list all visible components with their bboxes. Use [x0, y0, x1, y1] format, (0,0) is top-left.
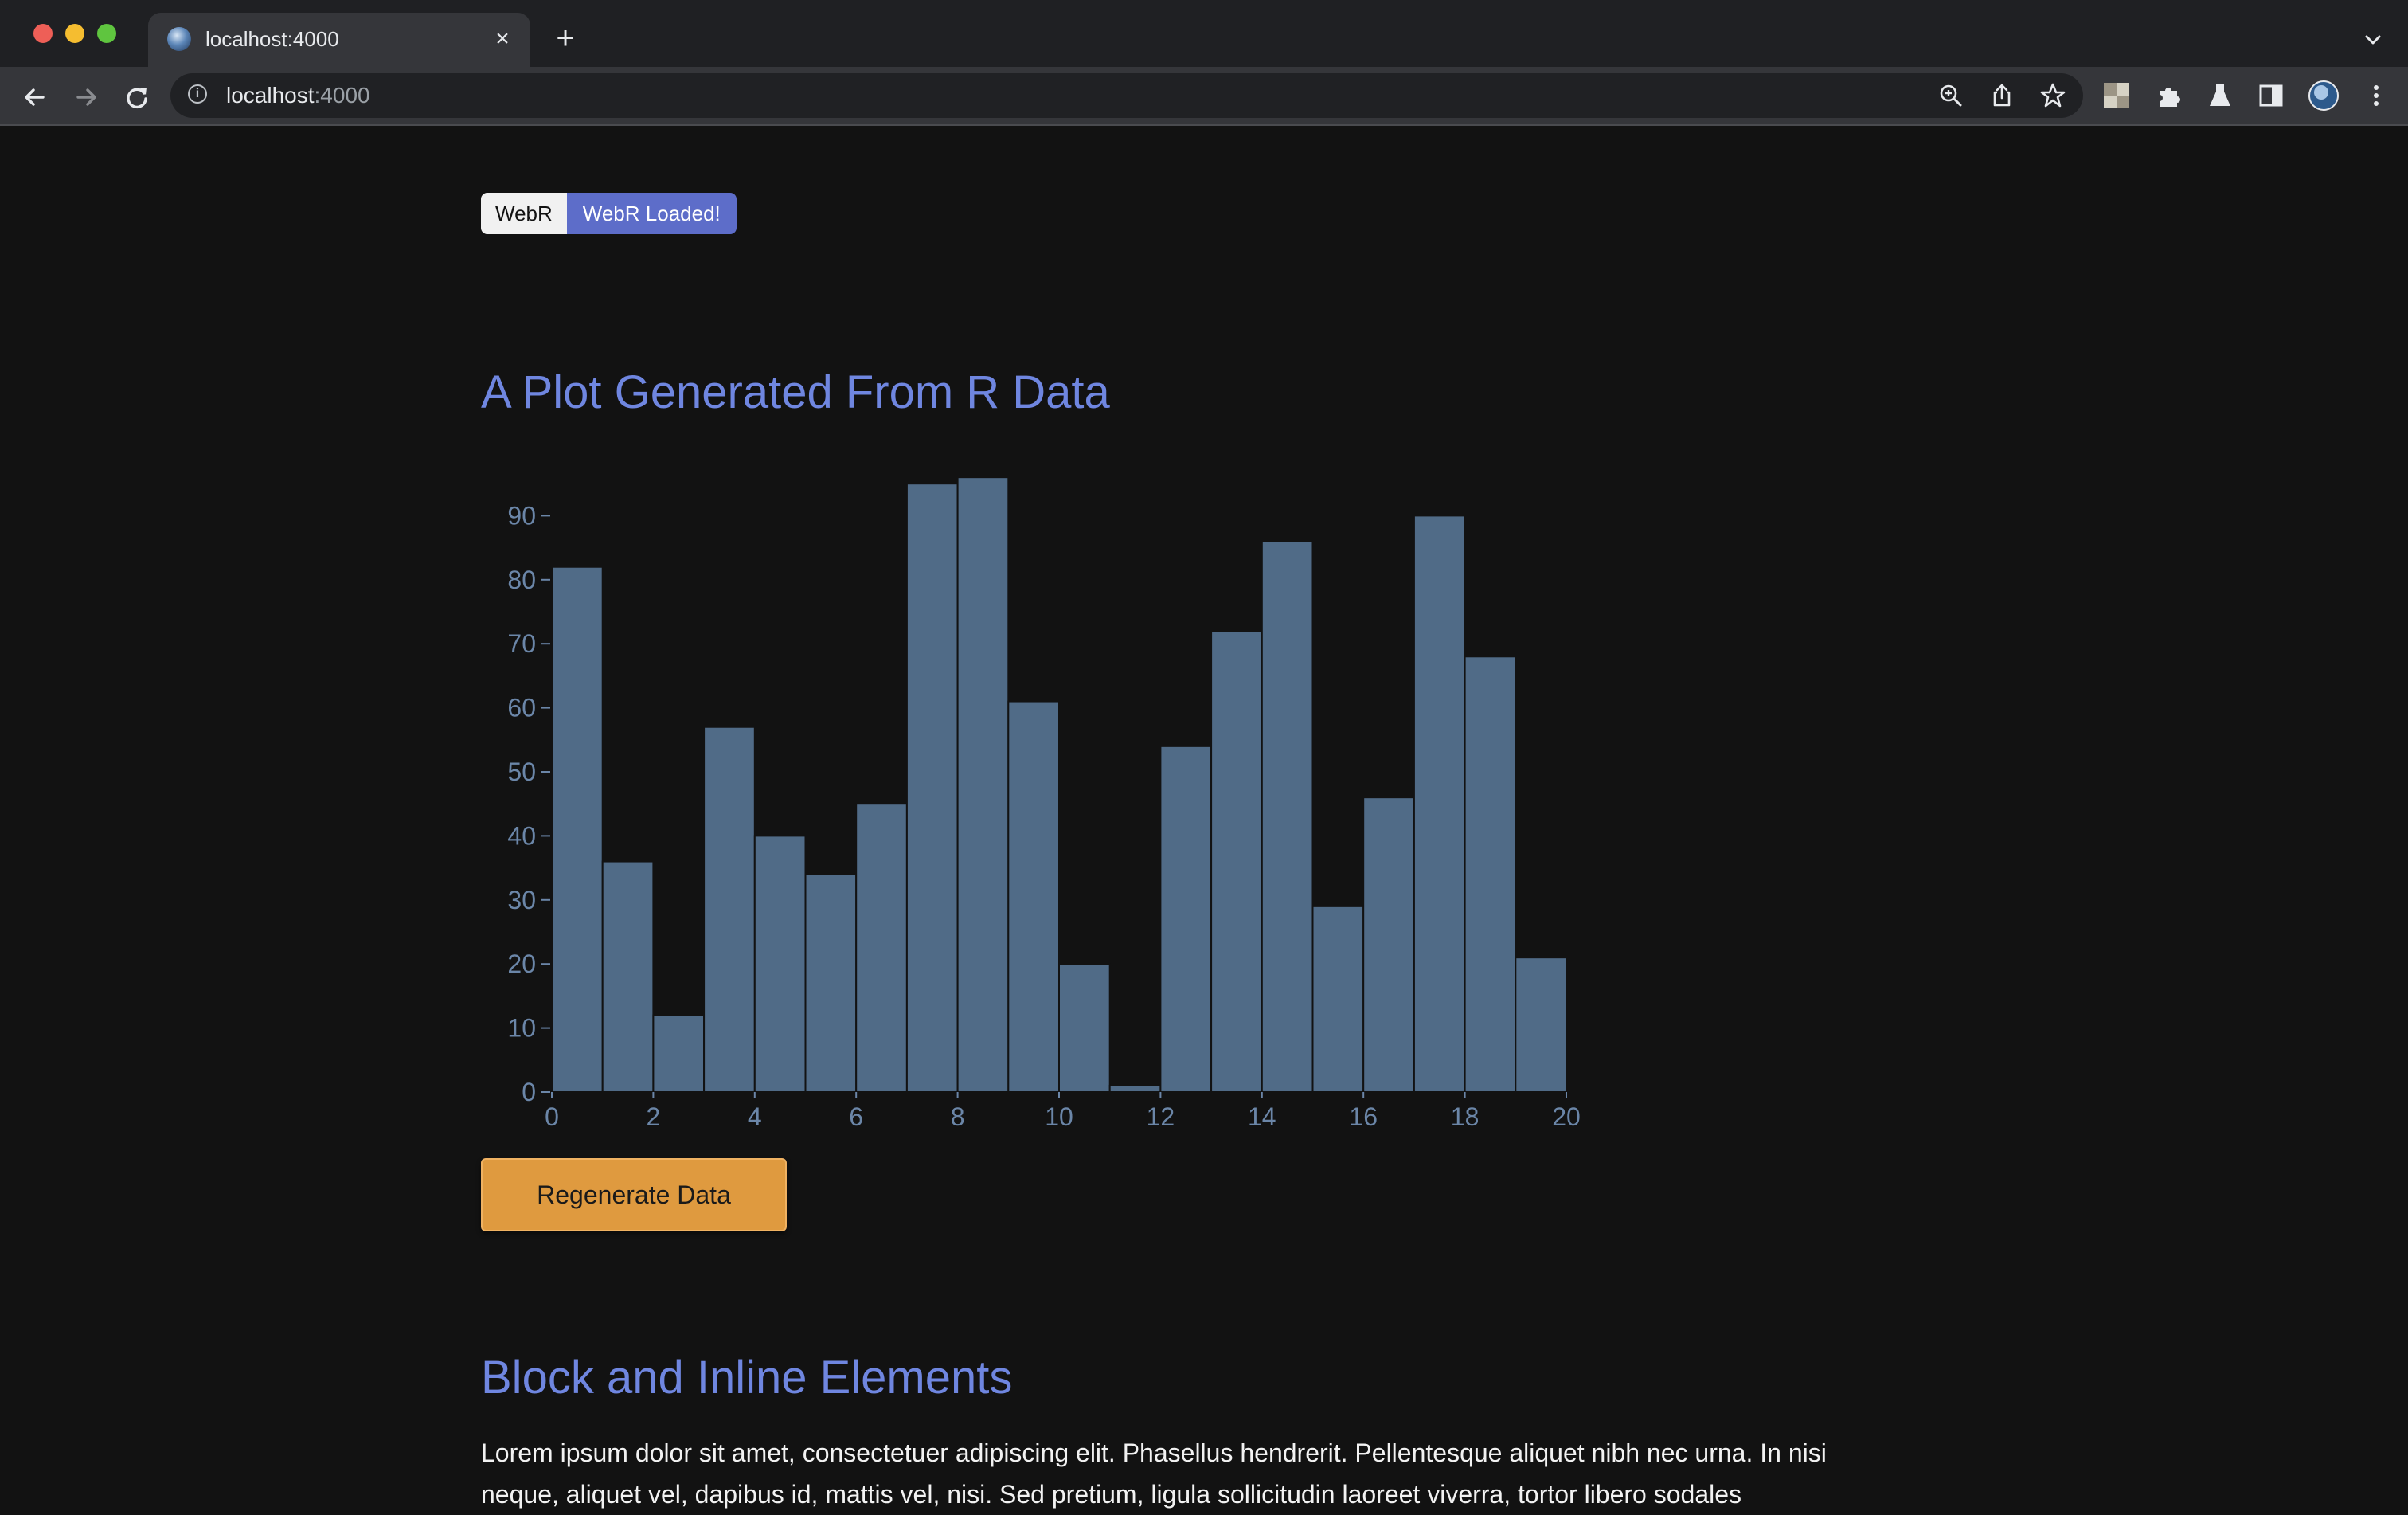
window-close-button[interactable]: [33, 24, 53, 43]
x-tick-label: 2: [647, 1102, 661, 1131]
side-panel-icon[interactable]: [2257, 81, 2285, 110]
more-menu-icon[interactable]: [2362, 81, 2390, 110]
x-tick-label: 6: [849, 1102, 863, 1131]
profile-avatar-icon[interactable]: [2308, 80, 2340, 112]
tab-close-icon[interactable]: ×: [489, 25, 516, 53]
y-tick-label: 90: [507, 501, 536, 530]
histogram-bar: [703, 726, 756, 1093]
regenerate-data-button[interactable]: Regenerate Data: [481, 1158, 787, 1231]
chess-extension-icon[interactable]: [2102, 81, 2131, 110]
page-viewport: WebR WebR Loaded! A Plot Generated From …: [0, 126, 2408, 1513]
histogram-bar: [551, 566, 604, 1093]
x-tick-label: 14: [1248, 1102, 1276, 1131]
window-minimize-button[interactable]: [65, 24, 84, 43]
share-icon[interactable]: [1988, 81, 2016, 110]
histogram-bar: [1312, 905, 1365, 1094]
browser-toolbar: i localhost:4000: [0, 67, 2408, 126]
puzzle-extensions-icon[interactable]: [2155, 81, 2183, 110]
y-tick-label: 80: [507, 566, 536, 594]
back-icon[interactable]: [19, 81, 51, 113]
y-tick-label: 10: [507, 1014, 536, 1043]
y-tick-label: 20: [507, 949, 536, 978]
y-tick-label: 40: [507, 821, 536, 850]
browser-tab-bar: localhost:4000 × +: [0, 0, 2408, 67]
histogram-bar: [1261, 540, 1314, 1093]
tab-list-chevron-icon[interactable]: [2357, 24, 2389, 56]
tab-title: localhost:4000: [205, 27, 339, 51]
x-tick-label: 10: [1045, 1102, 1073, 1131]
window-zoom-button[interactable]: [97, 24, 116, 43]
x-tick-label: 0: [545, 1102, 559, 1131]
histogram-bar: [1515, 957, 1568, 1094]
histogram-bar: [652, 1014, 706, 1094]
url-text[interactable]: localhost:4000: [226, 82, 370, 109]
x-tick-label: 20: [1552, 1102, 1581, 1131]
info-icon[interactable]: i: [188, 84, 207, 104]
histogram-bar: [1159, 745, 1213, 1094]
histogram-bar: [1108, 1084, 1162, 1093]
browser-tab[interactable]: localhost:4000 ×: [148, 13, 530, 67]
histogram-chart: 0 10 20 30 40 50 60 70 80 90 0 2 4 6 8 10 12 14 16 18 20: [507, 476, 1581, 1131]
histogram-bar: [1413, 515, 1466, 1093]
lorem-paragraph: Lorem ipsum dolor sit amet, consectetuer…: [481, 1439, 1827, 1509]
y-tick-label: 70: [507, 629, 536, 658]
histogram-bar: [753, 835, 807, 1094]
x-tick-label: 18: [1451, 1102, 1480, 1131]
histogram-bar: [1058, 963, 1111, 1093]
histogram-bar: [956, 476, 1010, 1094]
y-tick-label: 60: [507, 694, 536, 722]
y-tick-label: 30: [507, 886, 536, 914]
histogram-bar: [1210, 630, 1263, 1093]
forward-icon[interactable]: [70, 81, 102, 113]
y-tick-label: 0: [522, 1078, 536, 1106]
new-tab-button[interactable]: +: [549, 22, 581, 54]
x-tick-label: 16: [1349, 1102, 1378, 1131]
y-tick-label: 50: [507, 758, 536, 786]
reload-icon[interactable]: [121, 81, 153, 113]
x-tick-label: 8: [951, 1102, 965, 1131]
histogram-bar: [855, 803, 908, 1093]
address-bar[interactable]: i localhost:4000: [170, 73, 2083, 118]
section-heading: Block and Inline Elements: [481, 1352, 1013, 1403]
histogram-bar: [905, 483, 959, 1093]
histogram-bar: [804, 873, 858, 1093]
histogram-bar: [1362, 797, 1415, 1093]
x-tick-label: 12: [1147, 1102, 1175, 1131]
x-tick-label: 4: [748, 1102, 762, 1131]
histogram-bar: [1464, 656, 1517, 1093]
globe-favicon-icon: [167, 27, 191, 51]
zoom-icon[interactable]: [1937, 81, 1965, 110]
bookmark-star-icon[interactable]: [2039, 81, 2067, 110]
histogram-bar: [1007, 700, 1061, 1093]
flask-labs-icon[interactable]: [2206, 81, 2234, 110]
histogram-bar: [601, 860, 655, 1093]
